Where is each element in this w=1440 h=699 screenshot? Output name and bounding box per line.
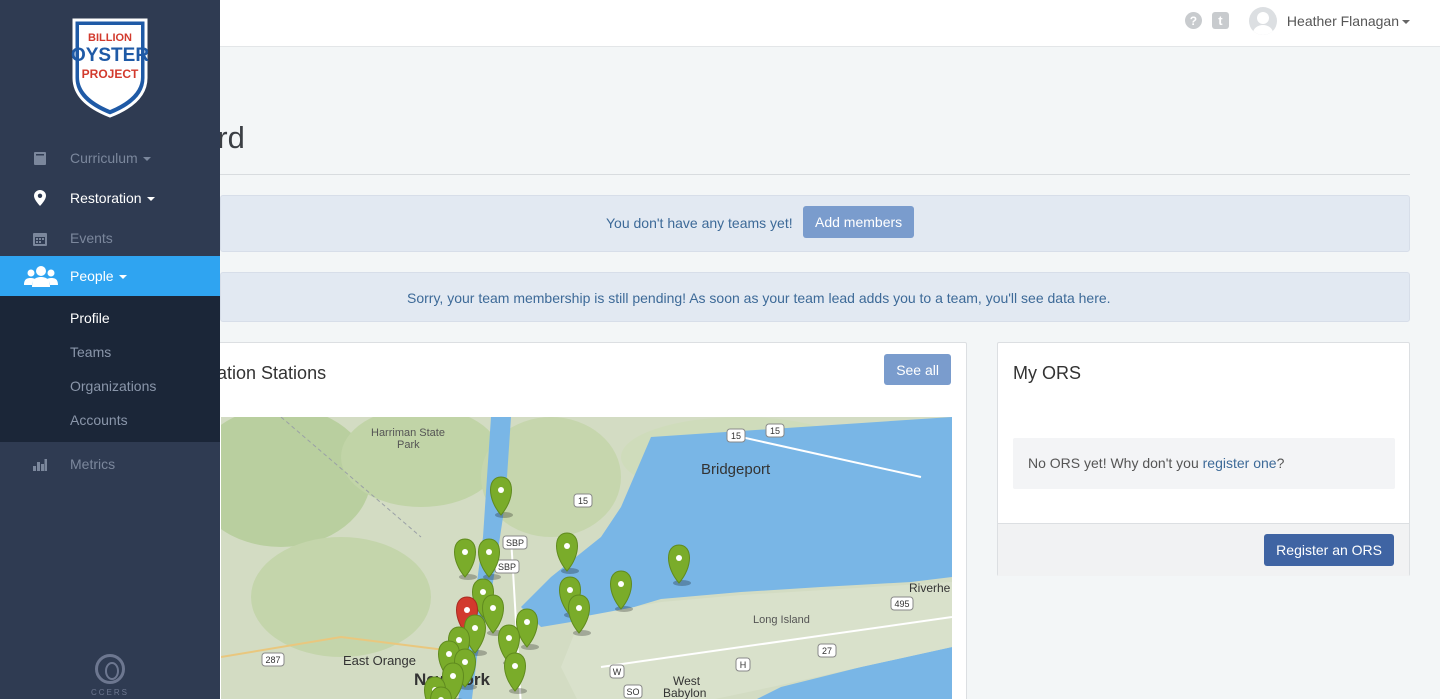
ors-empty-text-end: ? [1276, 455, 1285, 471]
register-ors-button[interactable]: Register an ORS [1264, 534, 1394, 566]
help-icon[interactable]: ? [1184, 12, 1202, 29]
stations-map[interactable]: Harriman State Park Bridgeport Long Isla… [221, 417, 952, 699]
sidebar-item-people[interactable]: People [0, 256, 220, 296]
my-ors-panel: My ORS No ORS yet! Why don't you registe… [997, 342, 1410, 576]
restoration-stations-panel: oration Stations See all Harriman State … [200, 342, 967, 699]
no-teams-message: You don't have any teams yet! [606, 215, 793, 231]
user-menu[interactable]: Heather Flanagan [1287, 13, 1410, 29]
user-name: Heather Flanagan [1286, 12, 1399, 29]
logo-line-1: BILLION [88, 32, 132, 44]
road-shield: 287 [265, 655, 280, 665]
sidebar-item-curriculum[interactable]: Curriculum [0, 138, 220, 178]
subnav-item-profile[interactable]: Profile [70, 310, 110, 326]
chevron-down-icon [146, 197, 155, 202]
subnav-item-accounts[interactable]: Accounts [70, 412, 128, 428]
register-one-link[interactable]: register one [1203, 455, 1277, 471]
subnav-item-teams[interactable]: Teams [70, 344, 111, 360]
logo-line-2: OYSTER [71, 45, 149, 66]
calendar-icon [32, 230, 48, 246]
panel-title: My ORS [1013, 363, 1082, 383]
add-members-button[interactable]: Add members [803, 206, 915, 238]
chevron-down-icon [118, 275, 127, 280]
ccers-logo-text: CCERS [90, 688, 129, 697]
ors-empty-state: No ORS yet! Why don't you register one? [1013, 438, 1395, 489]
road-shield: 15 [578, 496, 588, 506]
sidebar-item-label: Restoration [70, 190, 142, 206]
map-label: East Orange [343, 653, 416, 668]
sidebar-item-metrics[interactable]: Metrics [0, 444, 220, 484]
road-shield: 495 [894, 599, 909, 609]
road-shield: SO [626, 687, 639, 697]
chevron-down-icon [142, 157, 151, 162]
divider [220, 174, 1410, 175]
panel-footer: Register an ORS [998, 523, 1409, 576]
sidebar-item-label: Curriculum [70, 150, 138, 166]
map-label: Babylon [663, 686, 706, 699]
road-shield: 15 [731, 431, 741, 441]
road-shield: 15 [770, 426, 780, 436]
pending-membership-alert: Sorry, your team membership is still pen… [220, 272, 1410, 322]
bar-chart-icon [32, 456, 48, 472]
pending-membership-message: Sorry, your team membership is still pen… [407, 290, 1111, 306]
sidebar-item-label: Metrics [70, 456, 116, 472]
map-label: Bridgeport [701, 461, 771, 478]
tumblr-icon[interactable]: t [1211, 12, 1229, 29]
sidebar-item-label: Events [70, 230, 113, 246]
avatar[interactable] [1248, 6, 1277, 35]
sidebar-item-restoration[interactable]: Restoration [0, 178, 220, 218]
chevron-down-icon [1402, 19, 1410, 24]
map-label: Long Island [753, 614, 810, 626]
map-label: Park [397, 439, 420, 451]
billion-oyster-project-logo[interactable]: BILLION OYSTER PROJECT [70, 16, 150, 118]
road-shield: H [740, 660, 747, 670]
sidebar-item-events[interactable]: Events [0, 218, 220, 258]
sidebar: BILLION OYSTER PROJECT Curriculum Restor… [0, 0, 220, 699]
no-teams-alert: You don't have any teams yet! Add member… [220, 195, 1410, 252]
logo-line-3: PROJECT [82, 67, 139, 81]
sidebar-item-label: People [70, 268, 114, 284]
users-icon [24, 266, 58, 287]
road-shield: 27 [822, 646, 832, 656]
map-label: Harriman State [371, 427, 445, 439]
subnav-item-organizations[interactable]: Organizations [70, 378, 156, 394]
see-all-button[interactable]: See all [884, 354, 951, 385]
road-shield: SBP [498, 562, 516, 572]
road-shield: W [613, 667, 622, 677]
road-shield: SBP [506, 538, 524, 548]
book-icon [32, 150, 48, 166]
ccers-emblem-icon [95, 654, 125, 684]
map-marker-icon [32, 190, 48, 206]
people-submenu: Profile Teams Organizations Accounts [0, 296, 220, 442]
ors-empty-text: No ORS yet! Why don't you [1028, 455, 1203, 471]
map-label: Riverhe [909, 581, 951, 595]
ccers-logo: CCERS [86, 654, 134, 697]
